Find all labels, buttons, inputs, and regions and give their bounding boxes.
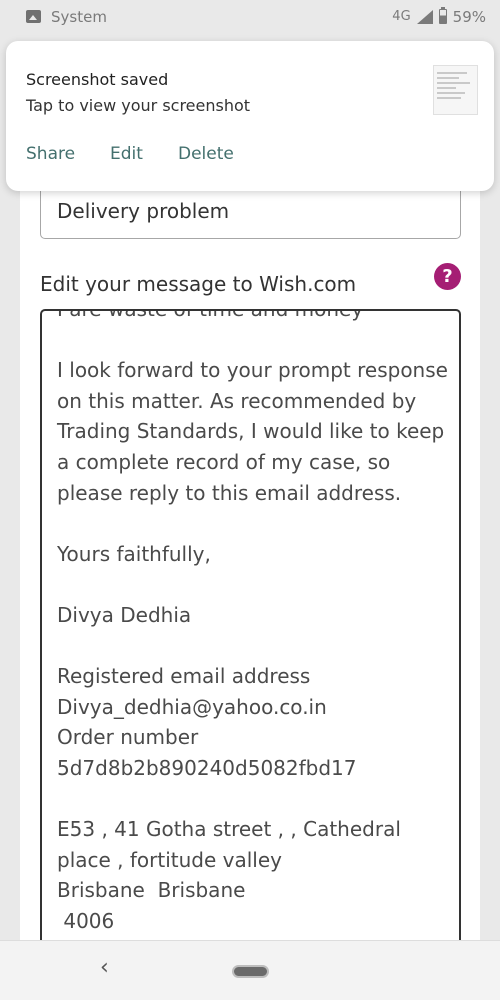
notification-text: Tap to view your screenshot: [26, 96, 251, 115]
edit-button[interactable]: Edit: [110, 144, 178, 164]
delete-button[interactable]: Delete: [178, 144, 234, 164]
battery-percent: 59%: [452, 7, 486, 26]
message-text: I are waste of time and money I look for…: [57, 309, 448, 933]
message-textarea[interactable]: I are waste of time and money I look for…: [40, 309, 461, 949]
message-label: Edit your message to Wish.com: [40, 272, 357, 296]
share-button[interactable]: Share: [26, 144, 110, 164]
help-icon[interactable]: ?: [434, 263, 461, 290]
subject-value: Delivery problem: [57, 199, 230, 223]
notification-actions: Share Edit Delete: [26, 144, 234, 164]
screenshot-notification[interactable]: Screenshot saved Tap to view your screen…: [6, 41, 494, 191]
notification-title: Screenshot saved: [26, 70, 169, 89]
back-icon[interactable]: ‹: [100, 955, 109, 980]
screenshot-thumbnail[interactable]: [433, 65, 478, 115]
status-app-name: System: [51, 7, 107, 26]
signal-icon: [416, 9, 433, 24]
battery-icon: [438, 7, 447, 24]
status-indicators: 4G 59%: [392, 7, 486, 26]
home-pill-icon[interactable]: [232, 965, 269, 978]
navigation-bar: ‹: [0, 940, 500, 1000]
image-icon: [26, 10, 41, 23]
network-type: 4G: [392, 9, 411, 24]
status-bar: System 4G 59%: [0, 0, 500, 33]
